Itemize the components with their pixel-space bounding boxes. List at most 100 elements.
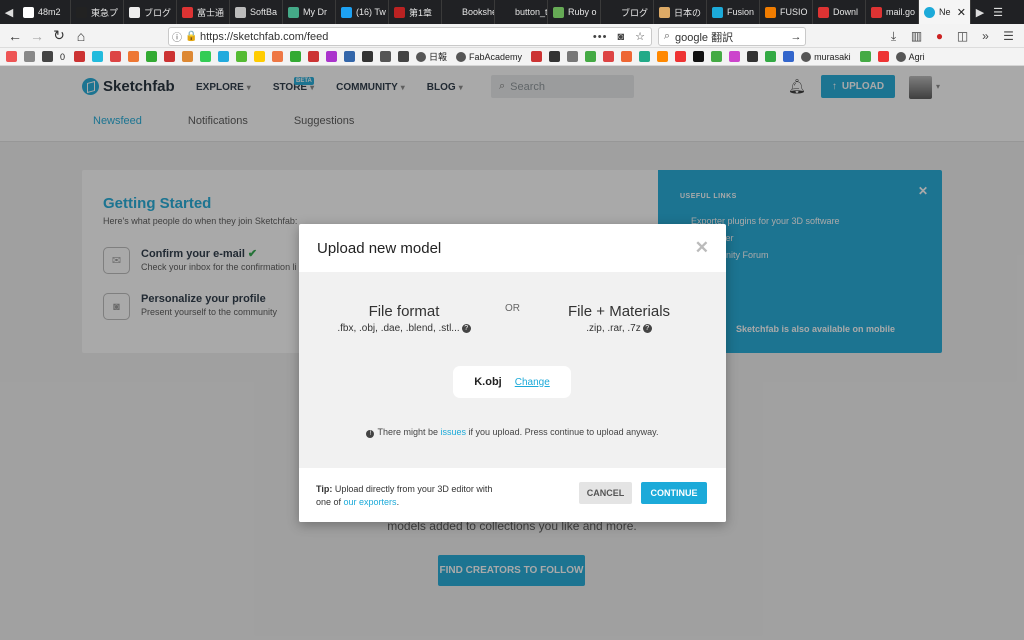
info-icon[interactable]: ⓘ: [169, 29, 185, 44]
bookmark-icon[interactable]: [308, 51, 320, 62]
cancel-button[interactable]: CANCEL: [579, 482, 632, 504]
bookmark-icon[interactable]: [549, 51, 561, 62]
bookmark-icon[interactable]: [290, 51, 302, 62]
overflow-icon[interactable]: »: [974, 29, 997, 43]
bookmark-icon[interactable]: [567, 51, 579, 62]
browser-tab[interactable]: Fusion: [707, 0, 760, 24]
home-icon[interactable]: ⌂: [70, 25, 92, 47]
bookmark-murasaki[interactable]: murasaki: [801, 51, 851, 62]
browser-tab[interactable]: ブログ: [601, 0, 654, 24]
tab-scroll-left-icon[interactable]: ◀: [0, 0, 18, 24]
browser-tab[interactable]: mail.go: [866, 0, 919, 24]
bookmark-icon[interactable]: [711, 51, 723, 62]
forward-icon[interactable]: →: [26, 25, 48, 47]
bookmark-icon[interactable]: [326, 51, 338, 62]
close-tab-icon[interactable]: ✕: [957, 6, 966, 19]
bookmark-icon[interactable]: [765, 51, 777, 62]
bookmark-icon[interactable]: [398, 51, 410, 62]
browser-tab[interactable]: ブログ: [124, 0, 177, 24]
change-file-link[interactable]: Change: [515, 377, 550, 388]
bookmark-fabacademy[interactable]: FabAcademy: [456, 51, 522, 62]
tab-scroll-right-icon[interactable]: ▶: [971, 0, 989, 24]
bookmark-icon[interactable]: [675, 51, 687, 62]
bookmark-icon[interactable]: [24, 51, 35, 62]
bookmark-icon[interactable]: [877, 51, 889, 62]
url-text[interactable]: https://sketchfab.com/feed: [197, 31, 588, 43]
browser-tab[interactable]: Bookshelf: [442, 0, 495, 24]
url-bar[interactable]: ⓘ 🔒 https://sketchfab.com/feed ••• ◙ ☆: [168, 27, 652, 46]
bookmark-icon[interactable]: [531, 51, 543, 62]
browser-tab[interactable]: FUSIO: [760, 0, 813, 24]
browser-tab[interactable]: 48m2: [18, 0, 71, 24]
tab-favicon-icon: [182, 6, 193, 18]
browser-tab[interactable]: Ruby o: [548, 0, 601, 24]
hamburger-menu-icon[interactable]: ☰: [997, 29, 1020, 43]
bookmark-icon[interactable]: [783, 51, 795, 62]
browser-tab[interactable]: My Dr: [283, 0, 336, 24]
bookmark-icon[interactable]: [218, 51, 230, 62]
browser-tab[interactable]: 富士通: [177, 0, 230, 24]
bookmark-icon[interactable]: [603, 51, 615, 62]
issues-link[interactable]: issues: [441, 427, 467, 437]
bookmark-icon[interactable]: [92, 51, 104, 62]
bookmark-icon[interactable]: [747, 51, 759, 62]
bookmark-icon[interactable]: [254, 51, 266, 62]
browser-tab[interactable]: Downl: [813, 0, 866, 24]
browser-tab[interactable]: button_to: [495, 0, 548, 24]
bookmark-nikkei-label: 日報: [429, 52, 448, 62]
bookmark-icon[interactable]: [693, 51, 705, 62]
back-icon[interactable]: ←: [4, 25, 26, 47]
bookmark-icon[interactable]: [380, 51, 392, 62]
bookmark-icon[interactable]: [42, 51, 53, 62]
tab-favicon-icon: [553, 6, 564, 18]
browser-search-input[interactable]: google 翻訳: [675, 29, 787, 45]
page-actions-icon[interactable]: •••: [588, 31, 613, 43]
bookmark-icon[interactable]: [344, 51, 356, 62]
search-go-icon[interactable]: →: [787, 31, 805, 43]
tab-menu-icon[interactable]: ☰: [989, 0, 1007, 24]
exporters-link[interactable]: our exporters: [344, 497, 397, 507]
tab-label: Downl: [833, 7, 859, 17]
pinterest-icon[interactable]: ●: [928, 29, 951, 43]
bookmark-icon[interactable]: [729, 51, 741, 62]
bookmark-icon[interactable]: [128, 51, 140, 62]
bookmark-icon[interactable]: [6, 51, 17, 62]
bookmark-icon[interactable]: [621, 51, 633, 62]
sidebar-icon[interactable]: ◫: [951, 29, 974, 43]
bookmark-icon[interactable]: [146, 51, 158, 62]
bookmark-icon[interactable]: [182, 51, 194, 62]
bookmark-icon[interactable]: [362, 51, 374, 62]
bookmark-icon[interactable]: [164, 51, 176, 62]
bookmark-zero-label: 0: [60, 51, 66, 62]
close-icon[interactable]: ✕: [695, 238, 709, 258]
bookmark-icon[interactable]: [639, 51, 651, 62]
bookmark-icon[interactable]: [74, 51, 86, 62]
bookmark-star-icon[interactable]: ☆: [630, 30, 651, 43]
bookmark-agri[interactable]: Agri: [895, 51, 925, 62]
bookmark-icon[interactable]: [200, 51, 212, 62]
browser-tab[interactable]: 東急プ: [71, 0, 124, 24]
browser-tab[interactable]: 日本の: [654, 0, 707, 24]
search-icon: ⌕: [663, 30, 671, 42]
browser-tab[interactable]: (16) Tw: [336, 0, 389, 24]
library-icon[interactable]: ▥: [905, 29, 928, 43]
bookmark-icon[interactable]: [859, 51, 871, 62]
tab-active-label: Ne: [939, 7, 951, 17]
bookmark-nikkei[interactable]: 日報: [416, 50, 447, 63]
bookmark-icon[interactable]: [657, 51, 669, 62]
bookmark-icon[interactable]: [585, 51, 597, 62]
bookmark-icon[interactable]: [272, 51, 284, 62]
help-icon[interactable]: ?: [642, 323, 652, 333]
help-icon[interactable]: ?: [461, 323, 471, 333]
reload-icon[interactable]: ↻: [48, 25, 70, 47]
continue-button[interactable]: CONTINUE: [641, 482, 707, 504]
tab-label: Bookshelf: [462, 7, 494, 17]
pocket-icon[interactable]: ◙: [612, 31, 630, 43]
bookmark-icon[interactable]: [110, 51, 122, 62]
tab-active[interactable]: Ne ✕: [919, 0, 971, 24]
download-icon[interactable]: ⤓: [882, 29, 905, 44]
browser-search[interactable]: ⌕ google 翻訳 →: [658, 27, 806, 46]
browser-tab[interactable]: SoftBa: [230, 0, 283, 24]
bookmark-icon[interactable]: [236, 51, 248, 62]
browser-tab[interactable]: 第1章: [389, 0, 442, 24]
